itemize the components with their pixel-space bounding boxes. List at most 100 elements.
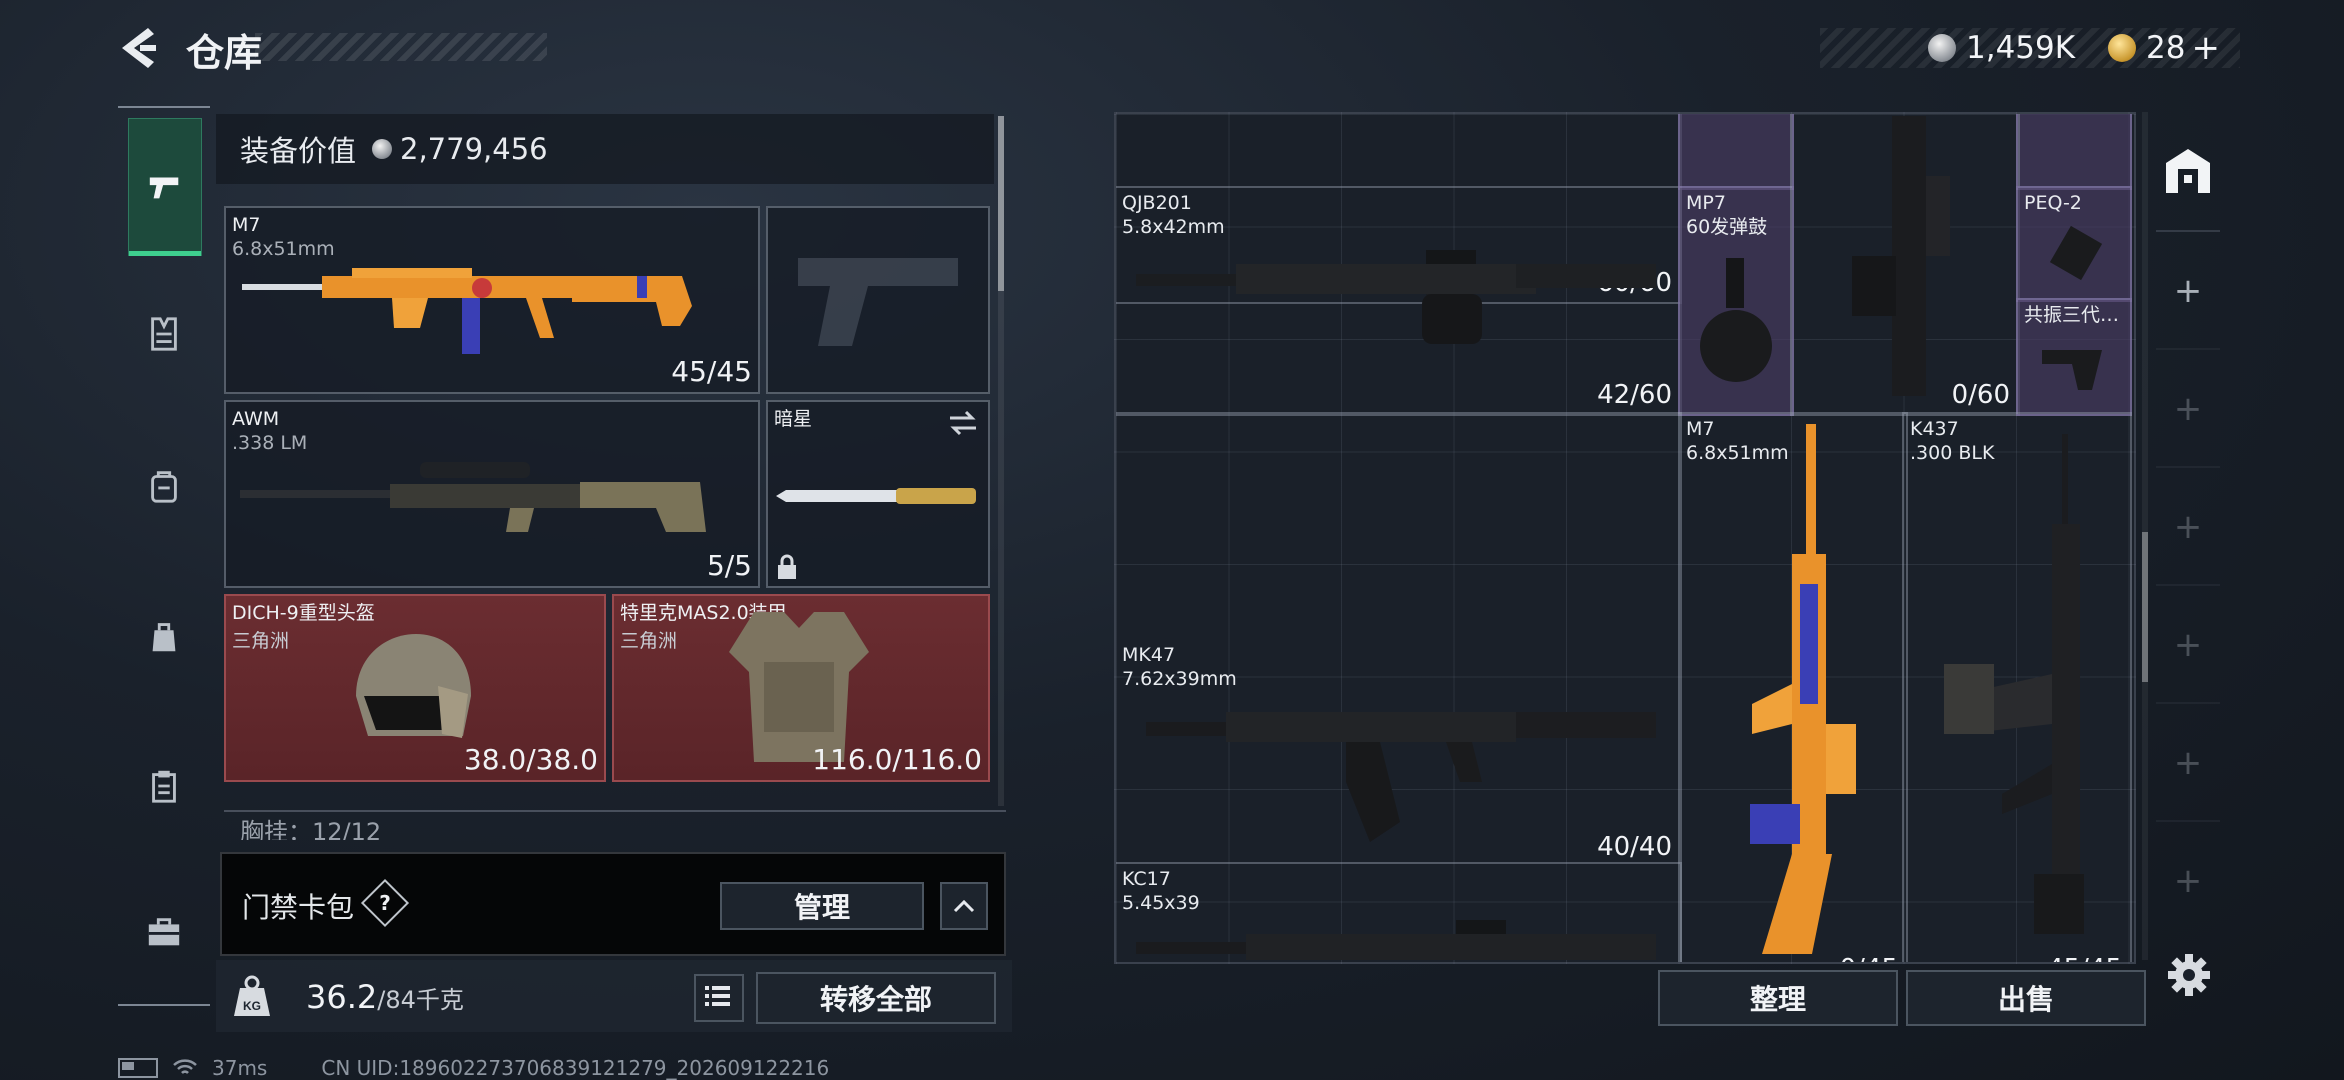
sidearm-slot[interactable] <box>766 206 990 394</box>
helmet-origin: 三角洲 <box>232 630 290 652</box>
equipment-scrollbar[interactable] <box>998 116 1004 806</box>
add-stash-page-slot: + <box>2156 820 2220 940</box>
add-currency-icon[interactable]: + <box>2191 28 2220 68</box>
stash-grid[interactable]: 60/60 QJB201 5.8x42mm 42/60 MP7 60发弹鼓 <box>1114 112 2136 964</box>
add-stash-page-button[interactable]: + <box>2156 230 2220 350</box>
stash-item-name: QJB201 <box>1122 192 1192 214</box>
stash-item-name: KC17 <box>1122 868 1171 890</box>
add-stash-page-slot: + <box>2156 348 2220 468</box>
awm-rifle-image <box>240 462 706 532</box>
list-icon <box>705 986 730 1006</box>
stash-item-name: MK47 <box>1122 644 1176 666</box>
title-decoration <box>255 33 547 61</box>
lock-icon <box>778 554 796 579</box>
secondary-weapon-slot[interactable]: AWM .338 LM 5/5 <box>224 400 760 588</box>
mp7-smg-image <box>1852 116 1950 396</box>
stash-item-qjb201[interactable]: QJB201 5.8x42mm 42/60 <box>1116 186 1682 416</box>
tab-clipboard[interactable] <box>128 718 200 854</box>
pistol-placeholder-icon <box>798 258 958 346</box>
swap-icon[interactable] <box>948 410 978 436</box>
add-stash-page-slot: + <box>2156 702 2220 822</box>
add-icon: + <box>2173 507 2203 547</box>
svg-text:KG: KG <box>243 999 261 1013</box>
stash-item-peq2[interactable]: PEQ-2 <box>2016 186 2132 302</box>
gold-currency[interactable]: 28 + <box>2108 28 2220 68</box>
stash-item-count: 0/45 <box>1840 954 1898 962</box>
helmet-durability: 38.0/38.0 <box>463 743 598 776</box>
tab-weapons[interactable] <box>128 118 202 256</box>
battery-icon <box>118 1058 158 1078</box>
warehouse-icon <box>2166 149 2210 193</box>
stash-item-name: MP7 <box>1686 192 1726 214</box>
expand-button[interactable] <box>940 882 988 930</box>
back-icon[interactable] <box>118 26 158 70</box>
chest-rig-icon <box>151 317 177 351</box>
armor-slot[interactable]: 特里克MAS2.0装甲 三角洲 116.0/116.0 <box>612 594 990 782</box>
melee-name: 暗星 <box>774 408 813 430</box>
tab-case[interactable] <box>128 864 200 1000</box>
add-icon: + <box>2173 625 2203 665</box>
secondary-weapon-ammo: 5/5 <box>706 549 752 582</box>
pistol-icon <box>149 177 179 199</box>
stash-pages-rail: + + + + + + <box>2152 112 2224 960</box>
stash-item-caliber: 5.45x39 <box>1122 892 1200 914</box>
helmet-name: DICH-9重型头盔 <box>232 602 375 624</box>
weight-value: 36.2/84千克 <box>306 978 464 1016</box>
briefcase-icon <box>148 918 180 946</box>
transfer-all-button[interactable]: 转移全部 <box>756 972 996 1024</box>
settings-gear-icon[interactable] <box>2166 952 2212 998</box>
stash-item-mp7-drum[interactable]: MP7 60发弹鼓 <box>1678 186 1794 416</box>
add-icon: + <box>2173 389 2203 429</box>
stash-item-caliber: 60发弹鼓 <box>1686 216 1768 238</box>
silver-coin-icon <box>372 139 393 159</box>
primary-weapon-slot[interactable]: M7 6.8x51mm 45/45 <box>224 206 760 394</box>
ping-value: 37ms <box>212 1056 268 1080</box>
equipment-value: 2,779,456 <box>400 132 548 166</box>
stash-item-caliber: 5.8x42mm <box>1122 216 1225 238</box>
stash-item-k437[interactable]: K437 .300 BLK 45/45 <box>1902 412 2132 962</box>
stash-item-name: PEQ-2 <box>2024 192 2082 214</box>
secondary-weapon-name: AWM <box>232 408 280 430</box>
equipment-value-row: 装备价值 2,779,456 <box>216 114 994 184</box>
capacity-bar: KG 36.2/84千克 转移全部 <box>216 960 1012 1032</box>
weight-max: /84千克 <box>377 986 464 1014</box>
melee-slot[interactable]: 暗星 <box>766 400 990 588</box>
add-icon: + <box>2173 861 2203 901</box>
backpack-icon <box>151 471 177 503</box>
tab-backpack[interactable] <box>128 418 200 554</box>
stash-item-kc17[interactable]: KC17 5.45x39 <box>1116 862 1682 962</box>
uid-text: CN UID:18960227370683912127​9_2026091222… <box>321 1056 830 1080</box>
stash-scrollbar[interactable] <box>2142 112 2148 960</box>
rail-divider-bottom <box>118 1004 210 1006</box>
armor-origin: 三角洲 <box>620 630 678 652</box>
stash-item[interactable] <box>2016 114 2132 190</box>
tab-chest-rig[interactable] <box>128 266 200 402</box>
stash-item[interactable] <box>1678 114 1794 190</box>
page-title: 仓库 <box>186 31 263 75</box>
grip-image <box>2042 350 2102 390</box>
kc17-rifle-image <box>1136 920 1656 960</box>
stash-page-main[interactable] <box>2156 112 2220 230</box>
equipment-value-label: 装备价值 <box>240 134 357 168</box>
help-icon[interactable]: ? <box>360 878 410 928</box>
m7-vertical-image <box>1750 424 1856 954</box>
stash-item-count: 45/45 <box>2047 954 2122 962</box>
stash-item-grip[interactable]: 共振三代… <box>2016 298 2132 416</box>
armor-durability: 116.0/116.0 <box>812 743 982 776</box>
stash-item-count: 40/40 <box>1597 832 1672 862</box>
add-icon: + <box>2173 743 2203 783</box>
mk47-rifle-image <box>1146 712 1656 842</box>
gold-currency-value: 28 <box>2146 30 2186 66</box>
stash-item-m7[interactable]: M7 6.8x51mm 0/45 <box>1678 412 1908 962</box>
stash-item-mp7[interactable]: 0/60 <box>1790 114 2020 416</box>
helmet-slot[interactable]: DICH-9重型头盔 三角洲 38.0/38.0 <box>224 594 606 782</box>
organize-button[interactable]: 整理 <box>1658 970 1898 1026</box>
weight-current: 36.2 <box>306 978 378 1016</box>
category-rail <box>118 106 210 1006</box>
list-view-button[interactable] <box>694 974 744 1022</box>
sell-button[interactable]: 出售 <box>1906 970 2146 1026</box>
tab-pouch[interactable] <box>128 568 200 704</box>
manage-button[interactable]: 管理 <box>720 882 924 930</box>
stash-item-name: M7 <box>1686 418 1715 440</box>
add-stash-page-slot: + <box>2156 466 2220 586</box>
